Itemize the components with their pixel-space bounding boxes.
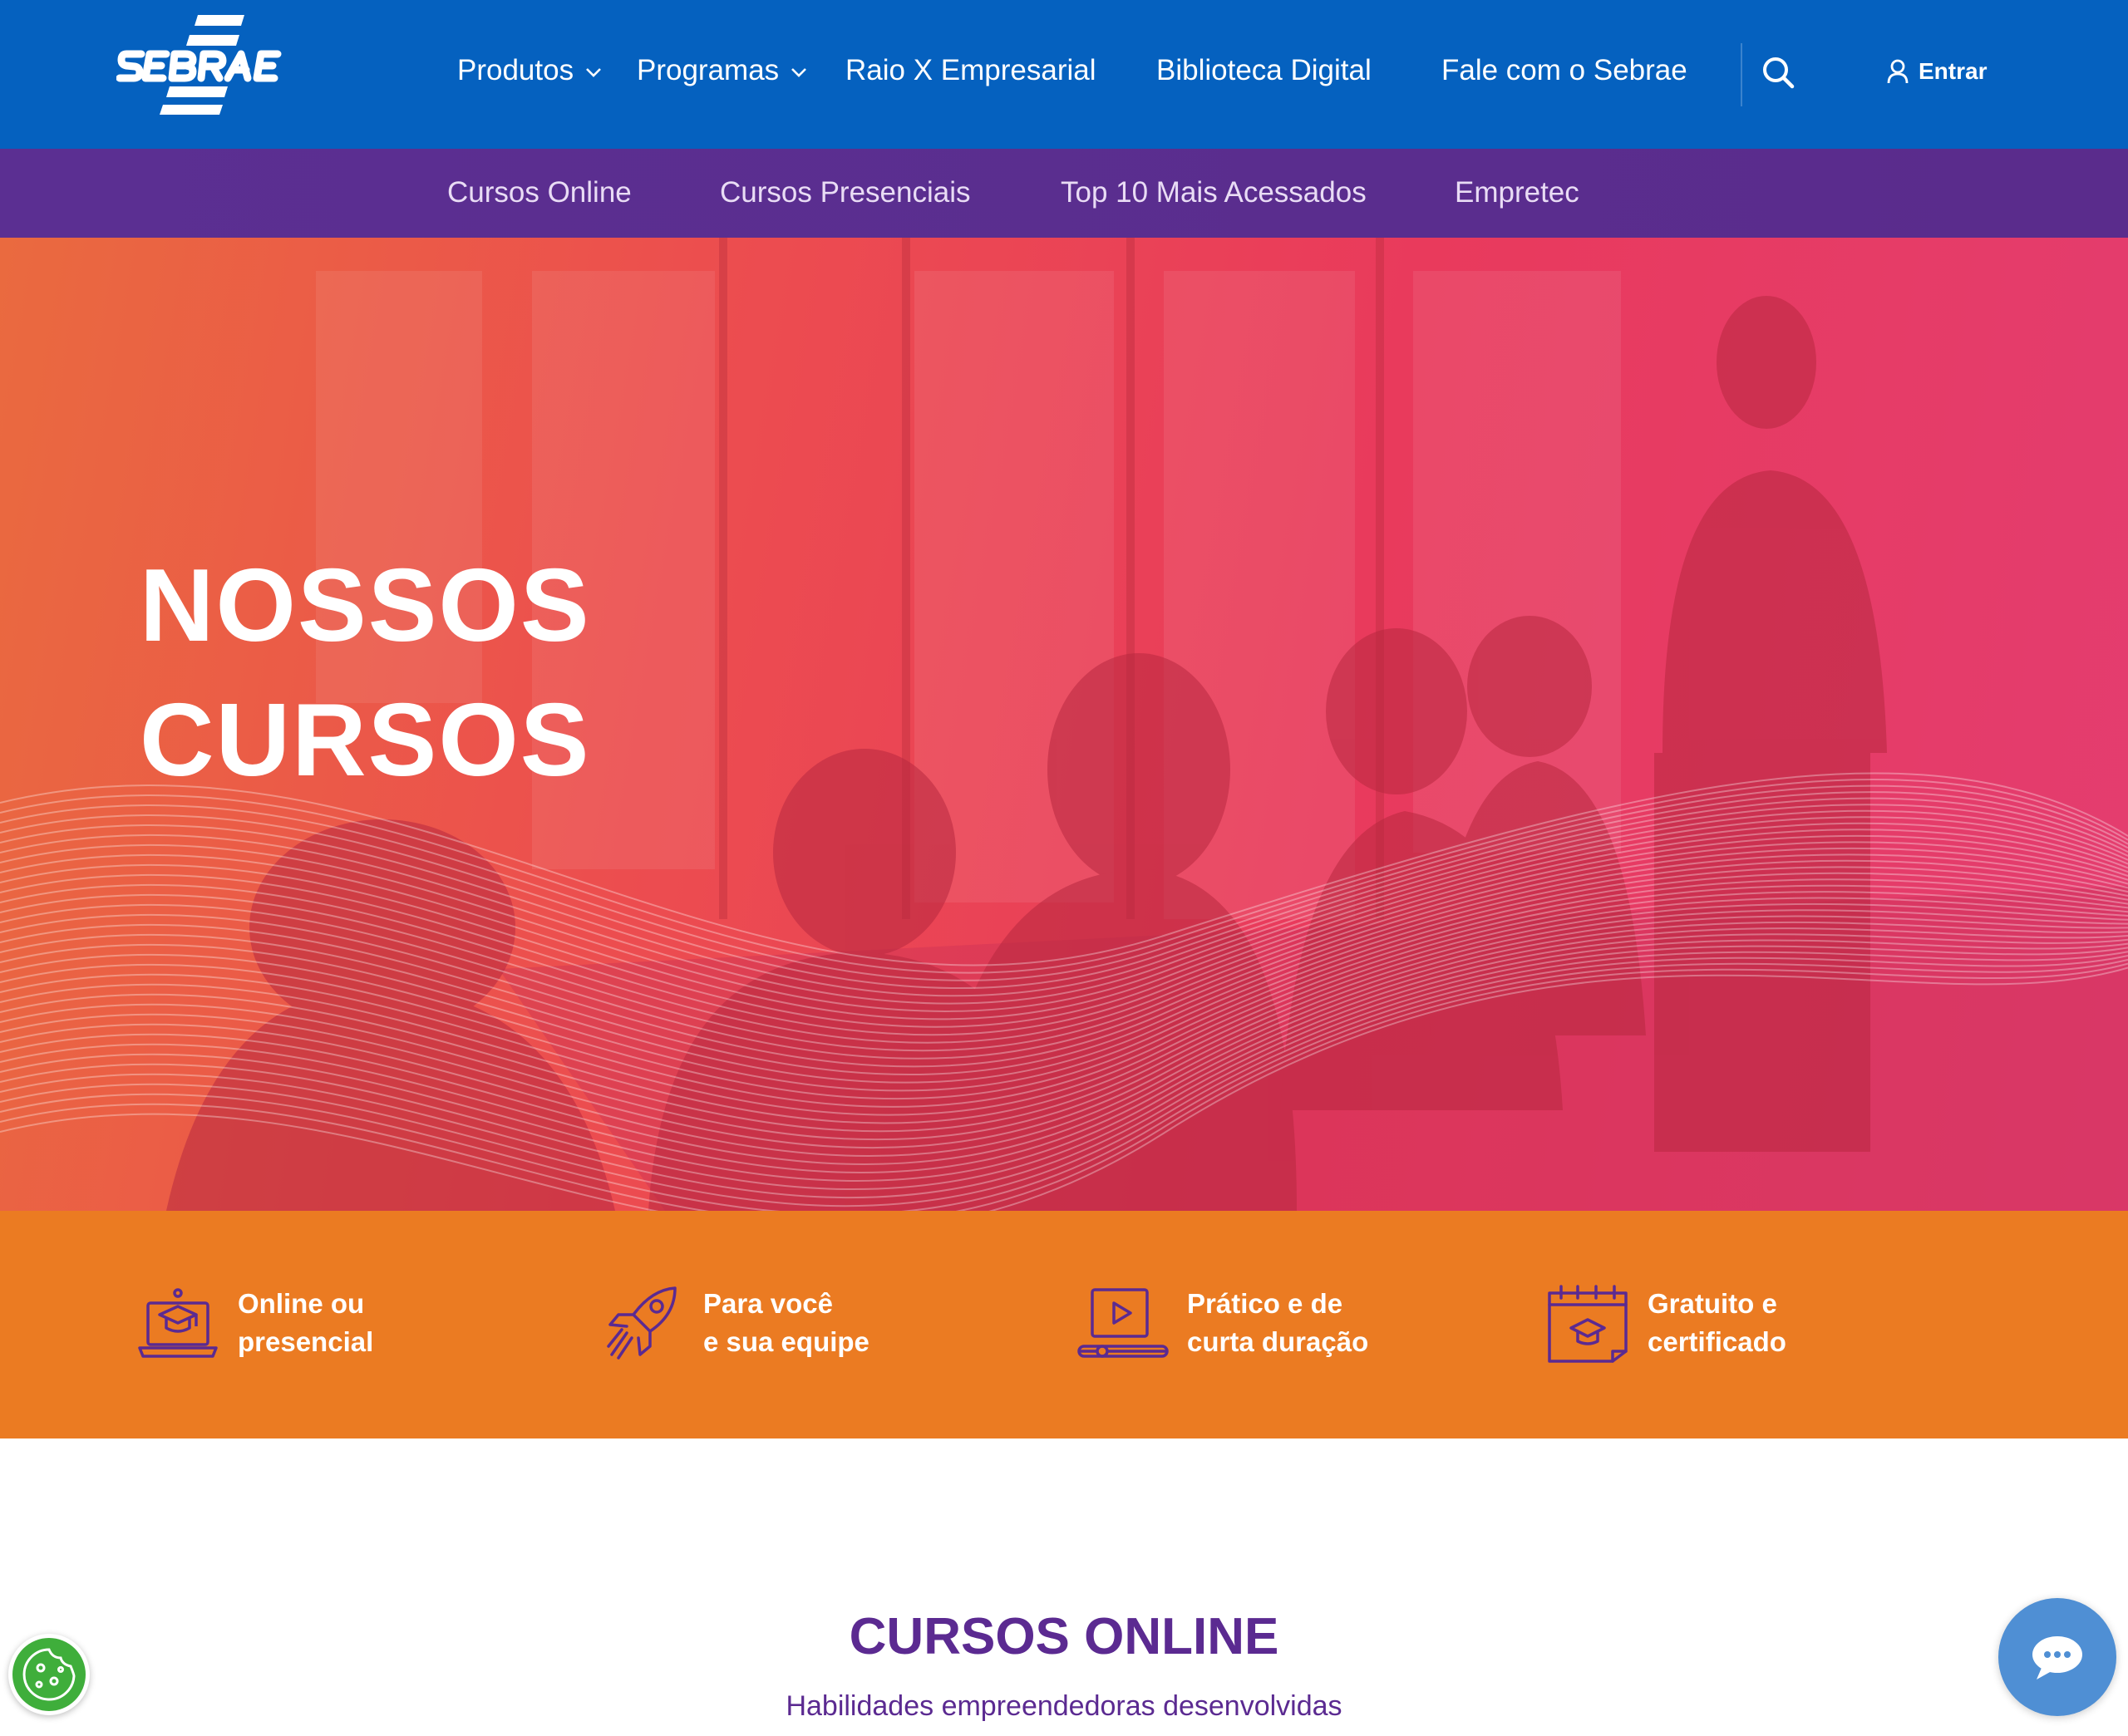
top-navigation-bar: Produtos Programas Raio X Empresarial Bi… [0,0,2128,149]
search-button[interactable] [1761,55,1796,90]
nav-raio-x-label: Raio X Empresarial [845,54,1096,86]
nav-raio-x-empresarial[interactable]: Raio X Empresarial [845,52,1096,90]
feature-pratico-text: Prático e de curta duração [1187,1285,1368,1361]
hero-title: NOSSOS CURSOS [140,539,591,808]
video-player-icon [1077,1288,1169,1358]
chevron-down-icon [791,67,807,77]
login-label: Entrar [1919,58,1988,84]
rocket-icon [607,1286,677,1360]
certificate-calendar-icon [1548,1285,1628,1363]
nav-biblioteca-label: Biblioteca Digital [1156,54,1372,86]
feature-para-voce: Para você e sua equipe [602,1277,869,1369]
user-icon [1887,59,1909,84]
feature-online-line2: presencial [238,1326,374,1357]
nav-divider [1741,43,1742,106]
feature-gratuito-line1: Gratuito e [1648,1288,1777,1319]
hero-title-line2: CURSOS [140,683,591,798]
subnav-top-10[interactable]: Top 10 Mais Acessados [1061,174,1367,212]
subnav-cursos-online[interactable]: Cursos Online [447,174,632,212]
cookie-preferences-button[interactable] [8,1634,90,1715]
features-strip: Online ou presencial Para você e sua equ… [0,1211,2128,1438]
subnav-empretec[interactable]: Empretec [1455,174,1579,212]
chat-icon [2032,1636,2082,1679]
main-nav: Produtos Programas Raio X Empresarial Bi… [0,0,2128,149]
chat-button[interactable] [1998,1598,2116,1716]
section-title: CURSOS ONLINE [849,1608,1279,1665]
nav-fale-label: Fale com o Sebrae [1441,54,1687,86]
cursos-online-section: CURSOS ONLINE Habilidades empreendedoras… [0,1438,2128,1736]
feature-para-voce-line1: Para você [703,1288,833,1319]
feature-gratuito-text: Gratuito e certificado [1648,1285,1786,1361]
nav-programas-label: Programas [637,54,780,86]
cookie-icon [22,1648,76,1701]
secondary-nav: Cursos Online Cursos Presenciais Top 10 … [0,149,2128,238]
feature-pratico-line1: Prático e de [1187,1288,1343,1319]
hero-title-line1: NOSSOS [140,548,591,663]
nav-fale-com-o-sebrae[interactable]: Fale com o Sebrae [1441,52,1687,90]
feature-para-voce-line2: e sua equipe [703,1326,869,1357]
nav-produtos[interactable]: Produtos [457,52,602,90]
laptop-graduation-icon [138,1288,218,1358]
subnav-cursos-presenciais[interactable]: Cursos Presenciais [720,174,971,212]
nav-produtos-label: Produtos [457,54,574,86]
feature-online-line1: Online ou [238,1288,365,1319]
nav-biblioteca-digital[interactable]: Biblioteca Digital [1156,52,1372,90]
hero-banner: NOSSOS CURSOS [0,238,2128,1211]
feature-online-text: Online ou presencial [238,1285,373,1361]
feature-gratuito-line2: certificado [1648,1326,1786,1357]
chevron-down-icon [586,67,602,77]
feature-gratuito: Gratuito e certificado [1546,1277,1786,1369]
feature-pratico-line2: curta duração [1187,1326,1369,1357]
section-subtitle: Habilidades empreendedoras desenvolvidas [786,1690,1342,1722]
feature-para-voce-text: Para você e sua equipe [703,1285,869,1361]
feature-online-presencial: Online ou presencial [136,1277,373,1369]
search-icon [1763,57,1795,89]
feature-pratico: Prático e de curta duração [1077,1277,1368,1369]
login-button[interactable]: Entrar [1887,53,1987,90]
nav-programas[interactable]: Programas [637,52,807,90]
